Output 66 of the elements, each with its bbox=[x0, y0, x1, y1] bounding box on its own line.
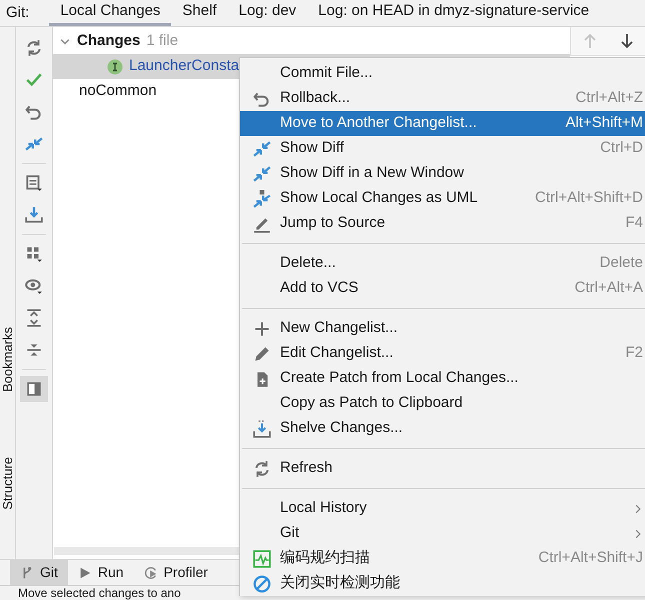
grid-icon[interactable] bbox=[25, 245, 43, 263]
menu-item[interactable]: Show Local Changes as UML Ctrl+Alt+Shift+D bbox=[240, 186, 645, 211]
chevron-right-icon bbox=[633, 528, 643, 540]
file-count: 1 file bbox=[146, 31, 178, 52]
diff-icon[interactable] bbox=[25, 135, 43, 153]
refresh-icon bbox=[253, 460, 271, 478]
menu-item[interactable]: Show Diff in a New Window bbox=[240, 161, 645, 186]
menu-item[interactable]: 关闭实时检测功能 bbox=[240, 571, 645, 596]
menu-item[interactable]: Jump to Source F4 bbox=[240, 211, 645, 236]
expand-all-icon[interactable] bbox=[25, 309, 43, 327]
shortcut-text: Ctrl+Alt+Shift+J bbox=[538, 548, 643, 568]
menu-item[interactable]: 编码规约扫描 Ctrl+Alt+Shift+J bbox=[240, 546, 645, 571]
menu-item[interactable]: Rollback... Ctrl+Alt+Z bbox=[240, 86, 645, 111]
menu-item[interactable]: Edit Changelist... F2 bbox=[240, 341, 645, 366]
file-name[interactable]: LauncherConsta bbox=[129, 55, 240, 78]
menu-item[interactable]: Git bbox=[240, 521, 645, 546]
shortcut-text: Ctrl+D bbox=[600, 138, 643, 158]
tool-window-tab[interactable]: Run bbox=[68, 560, 134, 585]
menu-item[interactable]: Local History bbox=[240, 496, 645, 521]
document-icon[interactable] bbox=[25, 174, 43, 192]
interface-icon bbox=[107, 58, 123, 74]
menu-item[interactable]: Refresh bbox=[240, 456, 645, 481]
diff-icon bbox=[253, 140, 271, 158]
tab[interactable]: Log: on HEAD in dmyz-signature-service bbox=[307, 0, 600, 26]
plus-icon bbox=[253, 320, 271, 338]
tool-window-tab[interactable]: Profiler bbox=[134, 560, 218, 585]
tool-window-tab[interactable]: Git bbox=[10, 560, 68, 585]
chevron-right-icon bbox=[633, 502, 643, 514]
menu-item[interactable]: Delete... Delete bbox=[240, 251, 645, 276]
prohibited-icon bbox=[253, 574, 271, 592]
menu-item[interactable]: Copy as Patch to Clipboard bbox=[240, 391, 645, 416]
tab[interactable]: Log: dev bbox=[228, 0, 308, 26]
menu-item[interactable]: Move to Another Changelist... Alt+Shift+M bbox=[240, 111, 645, 136]
eye-icon[interactable] bbox=[25, 277, 43, 295]
shortcut-text: Ctrl+Alt+A bbox=[574, 278, 643, 298]
tab[interactable]: Shelf bbox=[171, 0, 228, 26]
shelve-icon bbox=[253, 420, 271, 438]
play-icon bbox=[78, 566, 92, 580]
shortcut-text: F4 bbox=[625, 213, 643, 234]
shortcut-text: Ctrl+Alt+Shift+D bbox=[535, 188, 643, 208]
check-icon[interactable] bbox=[25, 71, 43, 89]
side-tab[interactable]: Bookmarks bbox=[0, 327, 15, 392]
side-tab[interactable]: Structure bbox=[0, 457, 15, 510]
menu-item[interactable]: Add to VCS Ctrl+Alt+A bbox=[240, 276, 645, 301]
uml-diff-icon bbox=[253, 190, 271, 208]
menu-item[interactable]: Commit File... bbox=[240, 61, 645, 86]
menu-item[interactable]: Create Patch from Local Changes... bbox=[240, 366, 645, 391]
status-text: Move selected changes to ano bbox=[18, 586, 181, 600]
shortcut-text: Delete bbox=[600, 253, 643, 274]
pencil-icon bbox=[253, 344, 271, 362]
changelist-name[interactable]: noCommon bbox=[79, 80, 157, 103]
shortcut-text: F2 bbox=[625, 343, 643, 364]
menu-item[interactable]: New Changelist... bbox=[240, 316, 645, 341]
tool-window-title: Git: bbox=[6, 2, 30, 23]
download-icon[interactable] bbox=[25, 206, 43, 224]
menu-item[interactable]: Shelve Changes... bbox=[240, 416, 645, 441]
diff-icon bbox=[253, 164, 271, 182]
refresh-icon[interactable] bbox=[25, 39, 43, 57]
shortcut-text: Ctrl+Alt+Z bbox=[575, 88, 643, 108]
panel-icon[interactable] bbox=[25, 380, 43, 398]
pulse-icon bbox=[253, 550, 271, 568]
menu-item[interactable]: Show Diff Ctrl+D bbox=[240, 136, 645, 161]
changelist-name[interactable]: Changes bbox=[77, 30, 140, 53]
undo-icon[interactable] bbox=[25, 103, 43, 121]
down-arrow-icon[interactable] bbox=[618, 33, 634, 49]
shortcut-text: Alt+Shift+M bbox=[565, 113, 643, 134]
